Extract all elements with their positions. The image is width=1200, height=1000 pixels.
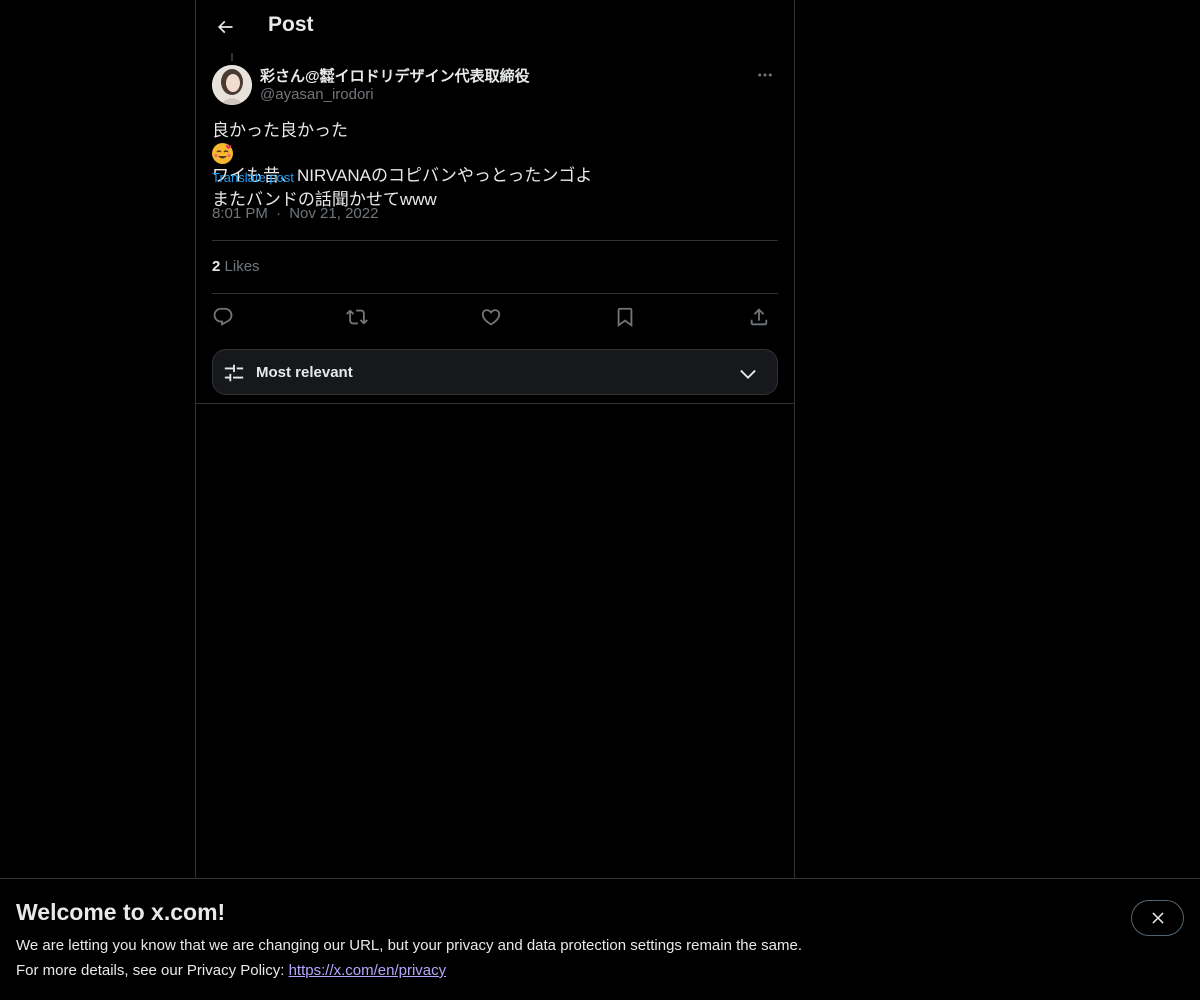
post-time: 8:01 PM (212, 205, 268, 222)
banner-message: We are letting you know that we are chan… (16, 937, 802, 954)
translate-post-link[interactable]: Translate post (212, 170, 294, 185)
post-text: 良かった良かった ワイも昔、NIRVANAのコピバンやっとったンゴよ またバンドの… (212, 119, 778, 212)
smiling-face-with-hearts-emoji-icon (212, 143, 233, 164)
chevron-down-icon (737, 363, 759, 385)
banner-title: Welcome to x.com! (16, 899, 226, 925)
sort-selected-value: Most relevant (256, 364, 353, 381)
bookmark-icon (614, 306, 636, 328)
likes-count: 2 (212, 258, 221, 275)
share-button[interactable] (746, 304, 772, 330)
privacy-policy-link[interactable]: https://x.com/en/privacy (289, 962, 447, 979)
close-banner-button[interactable] (1131, 900, 1184, 936)
post-text-segment: 良かった良かった (212, 121, 348, 140)
back-button[interactable] (208, 10, 242, 44)
post-timestamp[interactable]: 8:01 PM · Nov 21, 2022 (212, 205, 378, 222)
arrow-left-icon (215, 17, 235, 37)
post-actions-bar (212, 302, 778, 332)
likes-label: Likes (224, 258, 260, 275)
repost-icon (346, 306, 368, 328)
divider (212, 293, 778, 294)
reply-icon (212, 306, 234, 328)
author-handle[interactable]: @ayasan_irodori (260, 86, 374, 103)
post-text-line-1: 良かった良かった ワイも昔、NIRVANAのコピバンやっとったンゴよ (212, 119, 778, 188)
main-column: Post 彩さん@㍿イロドリデザイン代表取締役 @ayasan_irodori … (195, 0, 795, 1000)
post-date: Nov 21, 2022 (289, 205, 379, 222)
likes-count-link[interactable]: 2 Likes (212, 258, 260, 275)
welcome-banner: Welcome to x.com! We are letting you kno… (0, 878, 1200, 1000)
close-icon (1149, 909, 1167, 927)
page-title: Post (268, 13, 314, 36)
share-icon (748, 306, 770, 328)
reply-button[interactable] (210, 304, 236, 330)
like-button[interactable] (478, 304, 504, 330)
banner-privacy-line: For more details, see our Privacy Policy… (16, 962, 446, 979)
bookmark-button[interactable] (612, 304, 638, 330)
thread-connector-line (231, 53, 233, 61)
banner-privacy-prefix: For more details, see our Privacy Policy… (16, 962, 289, 979)
repost-button[interactable] (344, 304, 370, 330)
author-display-name[interactable]: 彩さん@㍿イロドリデザイン代表取締役 (260, 65, 530, 86)
more-options-button[interactable] (752, 64, 778, 86)
reply-sort-dropdown[interactable]: Most relevant (212, 349, 778, 395)
sliders-icon (223, 362, 245, 384)
avatar[interactable] (212, 65, 252, 105)
more-horizontal-icon (756, 66, 774, 84)
divider (212, 240, 778, 241)
divider (196, 403, 794, 404)
heart-icon (480, 306, 502, 328)
timestamp-separator: · (276, 205, 282, 222)
page-header: Post (196, 0, 794, 53)
post-author: 彩さん@㍿イロドリデザイン代表取締役 @ayasan_irodori (212, 64, 778, 106)
